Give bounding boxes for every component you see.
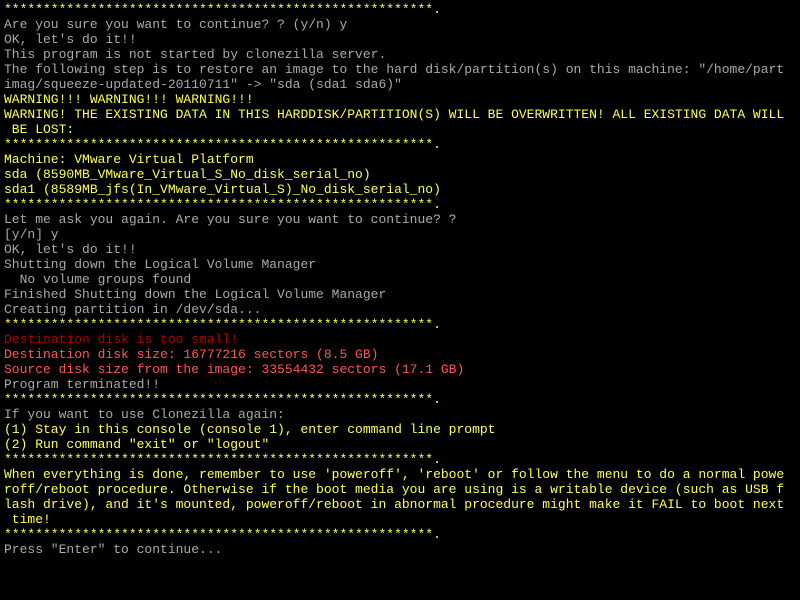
confirm-prompt: Are you sure you want to continue? ? (y/… <box>4 17 796 32</box>
disk-sda: sda (8590MB_VMware_Virtual_S_No_disk_ser… <box>4 167 796 182</box>
press-enter-prompt[interactable]: Press "Enter" to continue... <box>4 542 796 557</box>
dest-disk-size: Destination disk size: 16777216 sectors … <box>4 347 796 362</box>
restore-step-message-2: imag/squeeze-updated-20110711" -> "sda (… <box>4 77 796 92</box>
no-volume-groups: No volume groups found <box>4 272 796 287</box>
lvm-shutdown-done: Finished Shutting down the Logical Volum… <box>4 287 796 302</box>
reuse-option-2: (2) Run command "exit" or "logout" <box>4 437 796 452</box>
separator: ****************************************… <box>4 137 796 152</box>
separator: ****************************************… <box>4 392 796 407</box>
creating-partition: Creating partition in /dev/sda... <box>4 302 796 317</box>
reuse-option-1: (1) Stay in this console (console 1), en… <box>4 422 796 437</box>
confirm-again-prompt: Let me ask you again. Are you sure you w… <box>4 212 796 227</box>
poweroff-reminder-2: roff/reboot procedure. Otherwise if the … <box>4 482 796 497</box>
machine-info: Machine: VMware Virtual Platform <box>4 152 796 167</box>
poweroff-reminder-1: When everything is done, remember to use… <box>4 467 796 482</box>
warning-overwrite-1: WARNING! THE EXISTING DATA IN THIS HARDD… <box>4 107 796 122</box>
not-server-message: This program is not started by clonezill… <box>4 47 796 62</box>
restore-step-message-1: The following step is to restore an imag… <box>4 62 796 77</box>
program-terminated: Program terminated!! <box>4 377 796 392</box>
disk-sda1: sda1 (8589MB_jfs(In_VMware_Virtual_S)_No… <box>4 182 796 197</box>
ok-message: OK, let's do it!! <box>4 242 796 257</box>
separator: ****************************************… <box>4 452 796 467</box>
warning-header: WARNING!!! WARNING!!! WARNING!!! <box>4 92 796 107</box>
source-disk-size: Source disk size from the image: 3355443… <box>4 362 796 377</box>
error-disk-too-small: Destination disk is too small! <box>4 332 796 347</box>
reuse-clonezilla-header: If you want to use Clonezilla again: <box>4 407 796 422</box>
separator: ****************************************… <box>4 527 796 542</box>
warning-overwrite-2: BE LOST: <box>4 122 796 137</box>
separator: ****************************************… <box>4 197 796 212</box>
lvm-shutdown: Shutting down the Logical Volume Manager <box>4 257 796 272</box>
ok-message: OK, let's do it!! <box>4 32 796 47</box>
poweroff-reminder-4: time! <box>4 512 796 527</box>
confirm-again-answer: [y/n] y <box>4 227 796 242</box>
separator: ****************************************… <box>4 317 796 332</box>
separator: ****************************************… <box>4 2 796 17</box>
poweroff-reminder-3: lash drive), and it's mounted, poweroff/… <box>4 497 796 512</box>
